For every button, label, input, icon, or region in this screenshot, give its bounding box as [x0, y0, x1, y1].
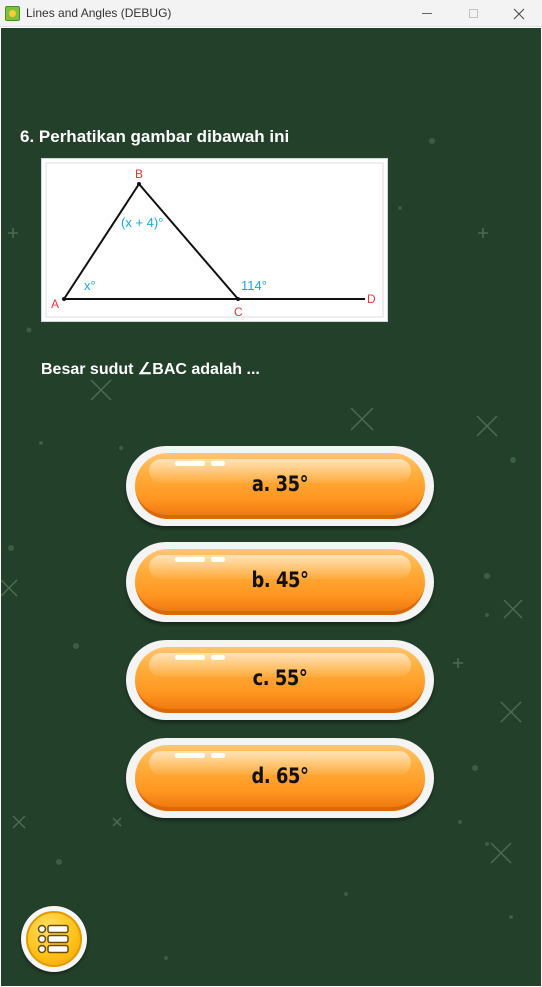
- menu-button[interactable]: [21, 906, 87, 972]
- answer-button-c[interactable]: c. 55°: [126, 640, 434, 720]
- question-text: Besar sudut ∠BAC adalah ...: [41, 361, 260, 378]
- window-titlebar: Lines and Angles (DEBUG): [0, 0, 542, 27]
- minimize-button[interactable]: [404, 0, 450, 27]
- answer-button-a[interactable]: a. 35°: [126, 446, 434, 526]
- angle-c-label: 114°: [241, 278, 267, 293]
- answer-button-face: a. 35°: [135, 453, 425, 519]
- label-a: A: [51, 297, 59, 311]
- app-icon: [5, 6, 20, 21]
- window-title: Lines and Angles (DEBUG): [26, 6, 172, 20]
- maximize-button[interactable]: [450, 0, 496, 27]
- answer-label: d. 65°: [251, 764, 309, 788]
- list-menu-icon: [37, 924, 69, 954]
- label-c: C: [234, 305, 243, 319]
- angle-b-label: (x + 4)°: [121, 215, 163, 230]
- label-d: D: [367, 292, 376, 306]
- answer-button-d[interactable]: d. 65°: [126, 738, 434, 818]
- answer-label: b. 45°: [251, 568, 309, 592]
- question-title: 6. Perhatikan gambar dibawah ini: [20, 127, 290, 146]
- answer-button-face: c. 55°: [135, 647, 425, 713]
- maximize-icon: [468, 9, 478, 18]
- close-button[interactable]: [496, 0, 542, 27]
- menu-button-face: [26, 911, 82, 967]
- game-screen: 6. Perhatikan gambar dibawah ini B A C D…: [1, 28, 541, 986]
- answer-button-face: b. 45°: [135, 549, 425, 615]
- angle-a-label: x°: [84, 278, 96, 293]
- triangle-diagram: B A C D (x + 4)° x° 114°: [45, 162, 384, 319]
- triangle-figure: B A C D (x + 4)° x° 114°: [41, 158, 388, 322]
- close-icon: [513, 8, 525, 19]
- answer-button-b[interactable]: b. 45°: [126, 542, 434, 622]
- answer-label: c. 55°: [252, 666, 308, 690]
- answer-button-face: d. 65°: [135, 745, 425, 811]
- minimize-icon: [422, 13, 432, 14]
- label-b: B: [135, 167, 143, 181]
- answer-label: a. 35°: [251, 472, 309, 496]
